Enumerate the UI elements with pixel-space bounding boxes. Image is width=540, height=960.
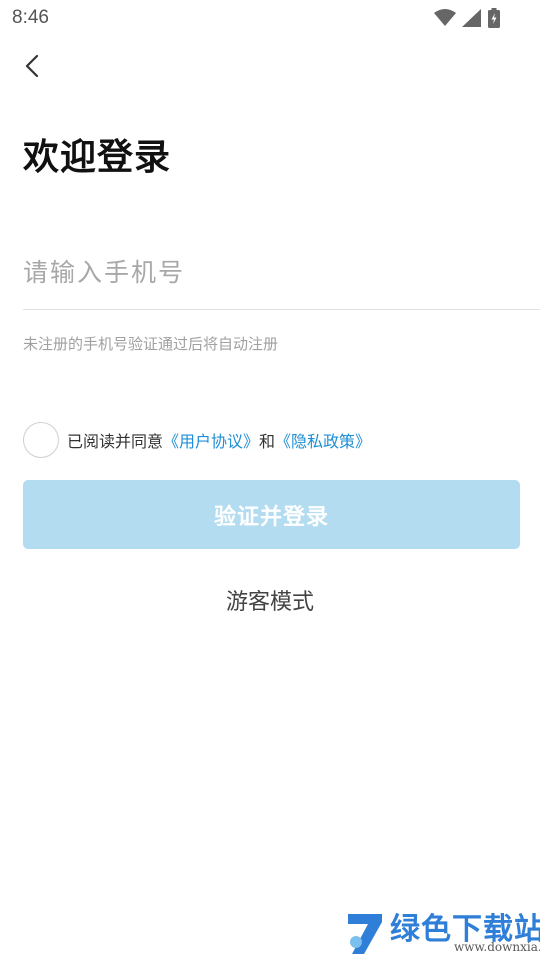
agreement-text: 已阅读并同意《用户协议》和《隐私政策》: [67, 428, 371, 452]
register-hint: 未注册的手机号验证通过后将自动注册: [23, 335, 279, 353]
cellular-signal-icon: [462, 9, 482, 27]
agreement-prefix: 已阅读并同意: [67, 432, 164, 451]
page-title: 欢迎登录: [23, 137, 172, 178]
back-button[interactable]: [16, 52, 48, 84]
agreement-conjunction: 和: [259, 432, 276, 451]
battery-icon: [488, 8, 500, 28]
watermark-logo-icon: [344, 910, 386, 960]
input-underline: [23, 309, 540, 310]
chevron-left-icon: [25, 54, 39, 82]
watermark: 绿色下载站 www.downxia.com: [344, 904, 540, 960]
user-agreement-link[interactable]: 《用户协议》: [163, 432, 259, 451]
agreement-row: 已阅读并同意《用户协议》和《隐私政策》: [23, 422, 371, 458]
verify-login-button[interactable]: 验证并登录: [23, 480, 520, 549]
status-icons: [434, 8, 500, 28]
phone-input[interactable]: [23, 246, 540, 298]
agreement-checkbox[interactable]: [23, 422, 59, 458]
status-time: 8:46: [12, 7, 49, 28]
privacy-policy-link[interactable]: 《隐私政策》: [275, 432, 371, 451]
guest-mode-button[interactable]: 游客模式: [0, 584, 540, 616]
wifi-icon: [434, 9, 456, 27]
status-bar: 8:46: [0, 0, 540, 36]
watermark-url: www.downxia.com: [454, 940, 540, 954]
